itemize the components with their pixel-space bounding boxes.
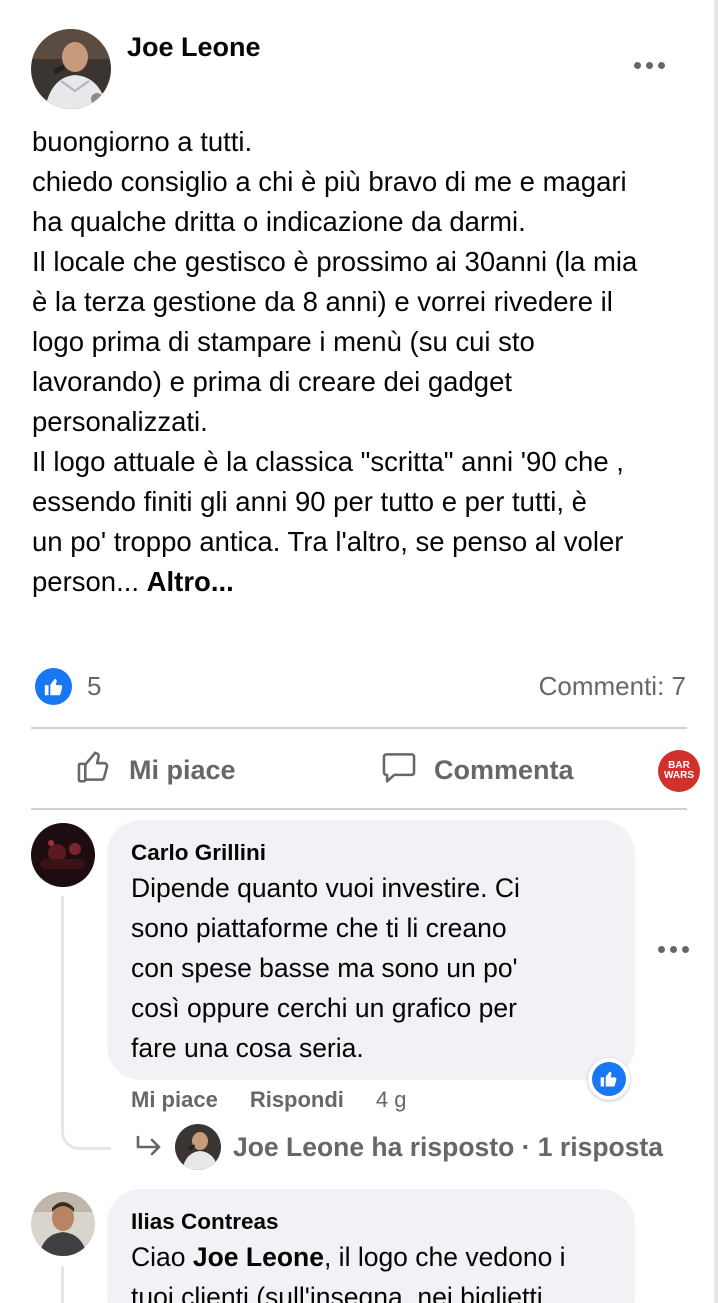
comment-line: Ciao Joe Leone, il logo che vedono i (131, 1237, 611, 1277)
page-avatar[interactable]: BAR WARS (658, 750, 700, 792)
post-more-icon[interactable] (634, 62, 665, 69)
comment-bubble-icon (380, 748, 418, 793)
comment-line: tuoi clienti (sull'insegna, nei bigliett… (131, 1282, 543, 1303)
like-button[interactable]: Mi piace (75, 748, 236, 793)
comment-actions: Mi piace Rispondi 4 g (131, 1087, 407, 1113)
post-body: buongiorno a tutti. chiedo consiglio a c… (32, 122, 692, 602)
thread-connector (61, 1100, 111, 1150)
comment-line: fare una cosa seria. (131, 1033, 364, 1063)
replies-summary-text: Joe Leone ha risposto · 1 risposta (233, 1131, 663, 1162)
post-line: Il logo attuale è la classica "scritta" … (32, 446, 624, 477)
commenter-avatar[interactable] (31, 823, 95, 887)
post-line: personalizzati. (32, 406, 208, 437)
comment-timestamp[interactable]: 4 g (376, 1087, 407, 1113)
comment-line: così oppure cerchi un grafico per (131, 993, 517, 1023)
reply-arrow-icon (135, 1132, 163, 1163)
post-line: un po' troppo antica. Tra l'altro, se pe… (32, 526, 624, 557)
post-line: Il locale che gestisco è prossimo ai 30a… (32, 246, 638, 277)
divider (31, 727, 687, 729)
comment-line: sono piattaforme che ti li creano (131, 913, 507, 943)
reply-author-avatar (175, 1124, 221, 1170)
post-line: logo prima di stampare i menù (su cui st… (32, 326, 535, 357)
post-truncated-text: person... (32, 566, 147, 597)
post-line: è la terza gestione da 8 anni) e vorrei … (32, 286, 613, 317)
comment-bubble: Carlo Grillini Dipende quanto vuoi inves… (107, 820, 635, 1080)
post-line: buongiorno a tutti. (32, 126, 253, 157)
comment-button[interactable]: Commenta (380, 748, 574, 793)
comment-line: Dipende quanto vuoi investire. Ci (131, 873, 520, 903)
replies-summary[interactable]: Joe Leone ha risposto · 1 risposta (135, 1124, 663, 1170)
comment-text-fragment: Ciao (131, 1242, 193, 1272)
comments-count[interactable]: Commenti: 7 (539, 671, 686, 702)
like-button-label: Mi piace (129, 755, 236, 785)
thumbs-up-icon (75, 748, 113, 793)
comment-more-icon[interactable] (658, 946, 689, 953)
like-reaction-icon[interactable] (35, 668, 72, 705)
comment-line: con spese basse ma sono un po' (131, 953, 518, 983)
author-avatar[interactable] (31, 29, 111, 109)
comment-button-label: Commenta (434, 755, 574, 785)
commenter-name[interactable]: Ilias Contreas (131, 1207, 611, 1237)
post-line: lavorando) e prima di creare dei gadget (32, 366, 513, 397)
comment-bubble: Ilias Contreas Ciao Joe Leone, il logo c… (107, 1189, 635, 1303)
page-badge-line2: WARS (664, 770, 694, 781)
post-last-line: person... Altro... (32, 562, 692, 602)
thread-line (61, 896, 64, 1118)
divider (31, 808, 687, 810)
comment-reply-link[interactable]: Rispondi (250, 1087, 344, 1113)
thread-line (61, 1266, 64, 1303)
comment-like-link[interactable]: Mi piace (131, 1087, 218, 1113)
commenter-avatar[interactable] (31, 1192, 95, 1256)
like-count[interactable]: 5 (87, 671, 101, 702)
comment-text: Ciao Joe Leone, il logo che vedono i tuo… (131, 1237, 611, 1303)
page-edge (714, 0, 718, 1303)
post-line: essendo finiti gli anni 90 per tutto e p… (32, 486, 587, 517)
post-line: chiedo consiglio a chi è più bravo di me… (32, 166, 627, 197)
commenter-name[interactable]: Carlo Grillini (131, 838, 611, 868)
comment-text-fragment: , il logo che vedono i (323, 1242, 566, 1272)
see-more-link[interactable]: Altro... (147, 566, 234, 597)
post-line: ha qualche dritta o indicazione da darmi… (32, 206, 526, 237)
post-author-name[interactable]: Joe Leone (127, 32, 261, 63)
mention-link[interactable]: Joe Leone (193, 1242, 324, 1272)
comment-text: Dipende quanto vuoi investire. Ci sono p… (131, 868, 611, 1068)
comment-like-reaction-icon[interactable] (588, 1058, 630, 1100)
